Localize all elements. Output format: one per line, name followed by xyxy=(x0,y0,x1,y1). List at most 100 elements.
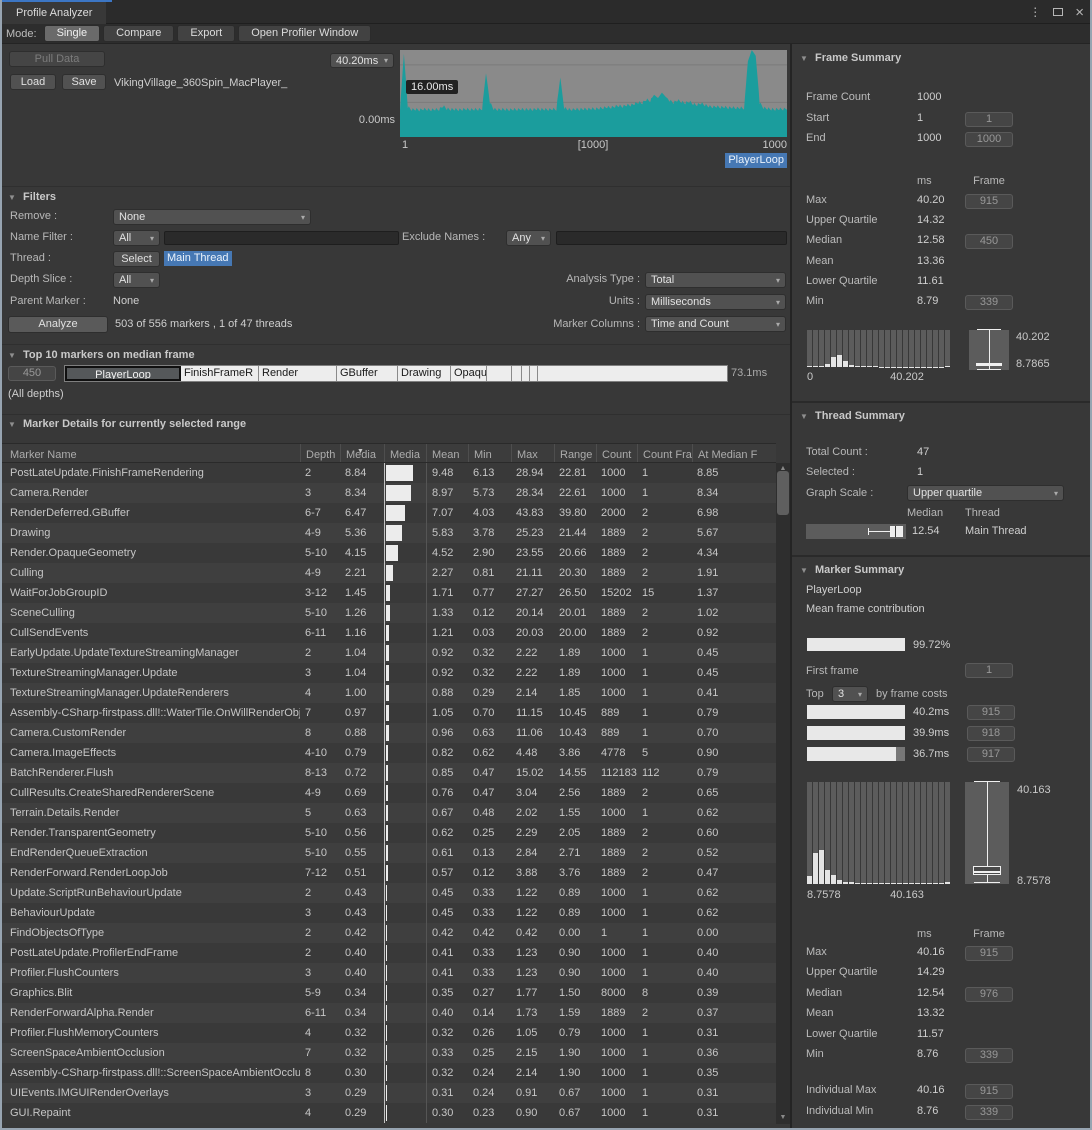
marker-details-header[interactable]: ▼ Marker Details for currently selected … xyxy=(8,418,246,430)
table-row[interactable]: PostLateUpdate.FinishFrameRendering28.84… xyxy=(0,463,776,483)
table-row[interactable]: BatchRenderer.Flush8-130.720.850.4715.02… xyxy=(0,763,776,783)
column-header-6[interactable]: Max xyxy=(511,444,554,462)
analysis-type-dropdown[interactable]: Total ▾ xyxy=(645,272,786,288)
top10-segment-8[interactable] xyxy=(522,366,530,381)
table-row[interactable]: WaitForJobGroupID3-121.451.710.7727.2726… xyxy=(0,583,776,603)
kebab-menu-icon[interactable]: ⋮ xyxy=(1029,5,1041,19)
table-row[interactable]: Render.TransparentGeometry5-100.560.620.… xyxy=(0,823,776,843)
frame-jump-badge[interactable]: 450 xyxy=(965,234,1013,249)
thread-summary-header[interactable]: ▼ Thread Summary xyxy=(800,410,905,422)
depth-slice-dropdown[interactable]: All ▾ xyxy=(113,272,160,288)
foldout-icon[interactable]: ▼ xyxy=(800,412,808,421)
top-n-dropdown[interactable]: 3 ▾ xyxy=(832,686,868,702)
table-row[interactable]: TextureStreamingManager.Update31.040.920… xyxy=(0,663,776,683)
table-row[interactable]: RenderDeferred.GBuffer6-76.477.074.0343.… xyxy=(0,503,776,523)
table-row[interactable]: Update.ScriptRunBehaviourUpdate20.430.45… xyxy=(0,883,776,903)
frame-jump-badge[interactable]: 918 xyxy=(967,726,1015,741)
scroll-down-icon[interactable]: ▼ xyxy=(776,1112,790,1124)
table-row[interactable]: CullSendEvents6-111.161.210.0320.0320.00… xyxy=(0,623,776,643)
top10-segment-9[interactable] xyxy=(530,366,538,381)
table-row[interactable]: SceneCulling5-101.261.330.1220.1420.0118… xyxy=(0,603,776,623)
frame-jump-badge[interactable]: 1000 xyxy=(965,132,1013,147)
tab-profile-analyzer[interactable]: Profile Analyzer xyxy=(2,2,106,24)
frame-jump-badge[interactable]: 339 xyxy=(965,295,1013,310)
analyze-button[interactable]: Analyze xyxy=(8,316,108,333)
units-dropdown[interactable]: Milliseconds ▾ xyxy=(645,294,786,310)
top10-segment-drawing[interactable]: Drawing xyxy=(398,366,451,381)
frame-jump-badge[interactable]: 1 xyxy=(965,112,1013,127)
thread-row[interactable]: 12.54Main Thread xyxy=(792,524,1092,540)
frame-jump-badge[interactable]: 915 xyxy=(967,705,1015,720)
load-button[interactable]: Load xyxy=(10,74,56,90)
column-header-8[interactable]: Count xyxy=(596,444,637,462)
frame-jump-badge[interactable]: 915 xyxy=(965,194,1013,209)
column-header-5[interactable]: Min xyxy=(468,444,511,462)
frame-jump-badge[interactable]: 339 xyxy=(965,1105,1013,1120)
exclude-names-input[interactable] xyxy=(556,231,787,245)
menu-button-open-profiler-window[interactable]: Open Profiler Window xyxy=(238,25,371,42)
table-row[interactable]: Profiler.FlushCounters30.400.410.331.230… xyxy=(0,963,776,983)
exclude-mode-dropdown[interactable]: Any ▾ xyxy=(506,230,551,246)
frame-jump-badge[interactable]: 339 xyxy=(965,1048,1013,1063)
column-header-9[interactable]: Count Fra xyxy=(637,444,692,462)
close-icon[interactable]: × xyxy=(1075,4,1084,21)
table-row[interactable]: GUI.Repaint40.290.300.230.900.67100010.3… xyxy=(0,1103,776,1123)
table-row[interactable]: Culling4-92.212.270.8121.1120.30188921.9… xyxy=(0,563,776,583)
table-row[interactable]: Assembly-CSharp-firstpass.dll!::WaterTil… xyxy=(0,703,776,723)
table-row[interactable]: BehaviourUpdate30.430.450.331.220.891000… xyxy=(0,903,776,923)
name-filter-input[interactable] xyxy=(164,231,399,245)
column-header-2[interactable]: Media▼ xyxy=(340,444,384,462)
frame-jump-badge[interactable]: 976 xyxy=(965,987,1013,1002)
table-row[interactable]: Drawing4-95.365.833.7825.2321.44188925.6… xyxy=(0,523,776,543)
top10-segment-playerloop[interactable]: PlayerLoop xyxy=(65,366,181,381)
top10-segment-7[interactable] xyxy=(512,366,522,381)
median-frame-badge[interactable]: 450 xyxy=(8,366,56,381)
table-row[interactable]: Terrain.Details.Render50.630.670.482.021… xyxy=(0,803,776,823)
table-row[interactable]: Graphics.Blit5-90.340.350.271.771.508000… xyxy=(0,983,776,1003)
column-header-4[interactable]: Mean xyxy=(426,444,468,462)
table-row[interactable]: RenderForward.RenderLoopJob7-120.510.570… xyxy=(0,863,776,883)
foldout-icon[interactable]: ▼ xyxy=(800,54,808,63)
column-header-10[interactable]: At Median F xyxy=(692,444,767,462)
table-row[interactable]: Render.OpaqueGeometry5-104.154.522.9023.… xyxy=(0,543,776,563)
table-row[interactable]: Camera.CustomRender80.880.960.6311.0610.… xyxy=(0,723,776,743)
table-row[interactable]: FindObjectsOfType20.420.420.420.420.0011… xyxy=(0,923,776,943)
column-header-0[interactable]: Marker Name xyxy=(0,444,300,462)
column-header-3[interactable]: Media xyxy=(384,444,426,462)
table-row[interactable]: Camera.ImageEffects4-100.790.820.624.483… xyxy=(0,743,776,763)
menu-button-export[interactable]: Export xyxy=(177,25,235,42)
remove-dropdown[interactable]: None ▾ xyxy=(113,209,311,225)
table-row[interactable]: Profiler.FlushMemoryCounters40.320.320.2… xyxy=(0,1023,776,1043)
maximize-icon[interactable] xyxy=(1053,8,1063,16)
table-row[interactable]: EndRenderQueueExtraction5-100.550.610.13… xyxy=(0,843,776,863)
foldout-icon[interactable]: ▼ xyxy=(8,351,16,360)
range-scale-dropdown[interactable]: 40.20ms ▾ xyxy=(330,53,394,68)
frame-timeline-chart[interactable]: 16.00ms xyxy=(400,50,787,137)
top10-segment-render[interactable]: Render xyxy=(259,366,337,381)
column-header-7[interactable]: Range xyxy=(554,444,596,462)
name-filter-mode-dropdown[interactable]: All ▾ xyxy=(113,230,160,246)
frame-jump-badge[interactable]: 917 xyxy=(967,747,1015,762)
table-row[interactable]: EarlyUpdate.UpdateTextureStreamingManage… xyxy=(0,643,776,663)
frame-summary-header[interactable]: ▼ Frame Summary xyxy=(800,52,901,64)
table-row[interactable]: TextureStreamingManager.UpdateRenderers4… xyxy=(0,683,776,703)
pull-data-button[interactable]: Pull Data xyxy=(9,51,105,67)
menu-button-compare[interactable]: Compare xyxy=(103,25,174,42)
table-row[interactable]: UIEvents.IMGUIRenderOverlays30.290.310.2… xyxy=(0,1083,776,1103)
foldout-icon[interactable]: ▼ xyxy=(8,193,16,202)
frame-jump-badge[interactable]: 1 xyxy=(965,663,1013,678)
table-row[interactable]: RenderForwardAlpha.Render6-110.340.400.1… xyxy=(0,1003,776,1023)
top10-segment-finishframer[interactable]: FinishFrameR xyxy=(181,366,259,381)
table-row[interactable]: PostLateUpdate.ProfilerEndFrame20.400.41… xyxy=(0,943,776,963)
top10-segment-6[interactable] xyxy=(487,366,512,381)
scrollbar-thumb[interactable] xyxy=(777,471,789,515)
save-button[interactable]: Save xyxy=(62,74,106,90)
foldout-icon[interactable]: ▼ xyxy=(8,420,16,429)
top10-segment-gbuffer[interactable]: GBuffer xyxy=(337,366,398,381)
thread-select-button[interactable]: Select xyxy=(113,251,160,267)
filters-header[interactable]: ▼ Filters xyxy=(8,191,56,203)
menu-button-single[interactable]: Single xyxy=(44,25,101,42)
frame-jump-badge[interactable]: 915 xyxy=(965,946,1013,961)
frame-jump-badge[interactable]: 915 xyxy=(965,1084,1013,1099)
graph-scale-dropdown[interactable]: Upper quartile ▾ xyxy=(907,485,1064,501)
